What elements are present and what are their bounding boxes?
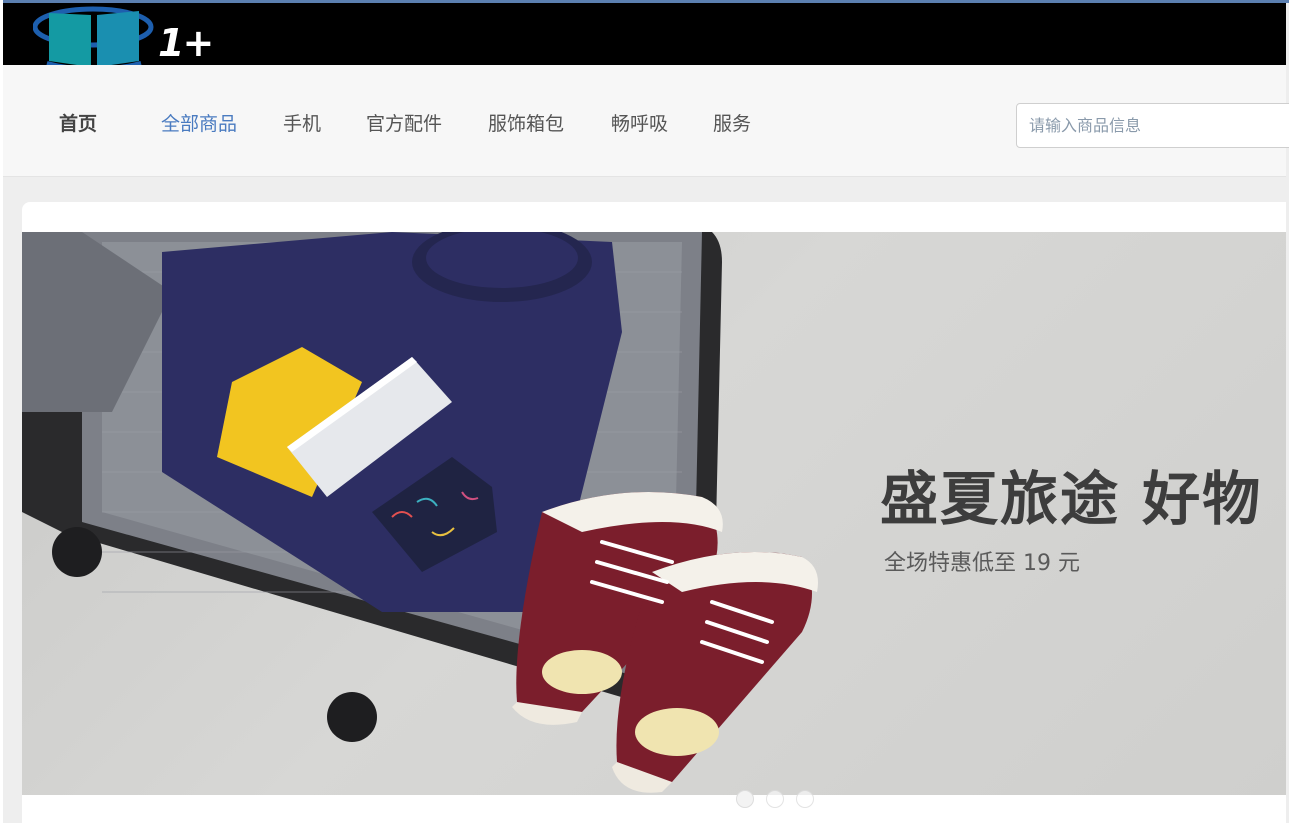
top-header-bar: 1+ — [3, 3, 1286, 74]
carousel-dot-2[interactable] — [766, 790, 784, 808]
product-search-input[interactable] — [1016, 103, 1289, 148]
nav-item-phones[interactable]: 手机 — [283, 109, 321, 136]
left-edge — [0, 0, 3, 823]
nav-item-home[interactable]: 首页 — [59, 109, 97, 136]
banner-subline: 全场特惠低至 19 元 — [884, 551, 1080, 576]
book-logo-icon — [32, 6, 154, 74]
nav-item-apparel-bags[interactable]: 服饰箱包 — [488, 109, 564, 136]
banner-headline: 盛夏旅途 好物 — [880, 465, 1263, 533]
nav-item-all-products[interactable]: 全部商品 — [161, 109, 237, 136]
promo-banner[interactable]: 盛夏旅途 好物 全场特惠低至 19 元 — [22, 232, 1286, 795]
nav-item-service[interactable]: 服务 — [713, 109, 751, 136]
carousel-dot-1[interactable] — [736, 790, 754, 808]
carousel-dot-3[interactable] — [796, 790, 814, 808]
nav-item-accessories[interactable]: 官方配件 — [366, 109, 442, 136]
nav-item-breathe[interactable]: 畅呼吸 — [611, 109, 668, 136]
logo-text: 1+ — [158, 21, 214, 65]
